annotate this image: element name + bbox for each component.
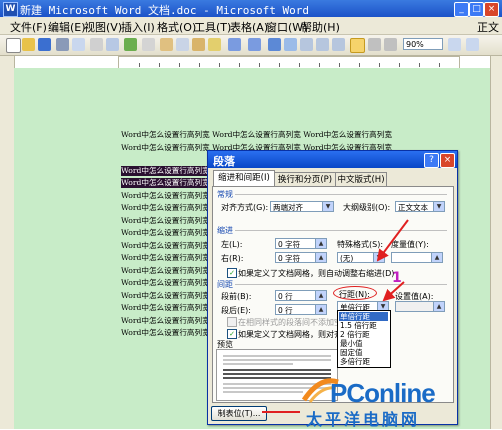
arrow-to-line-spacing xyxy=(376,219,409,262)
watermark-brand: PConline xyxy=(330,378,436,408)
annotation-step-number: 1 xyxy=(392,270,402,286)
pconline-watermark: PConline 太平洋电脑网 xyxy=(300,370,500,429)
annotation-arrows xyxy=(262,219,409,413)
watermark-subtitle: 太平洋电脑网 xyxy=(306,410,421,429)
